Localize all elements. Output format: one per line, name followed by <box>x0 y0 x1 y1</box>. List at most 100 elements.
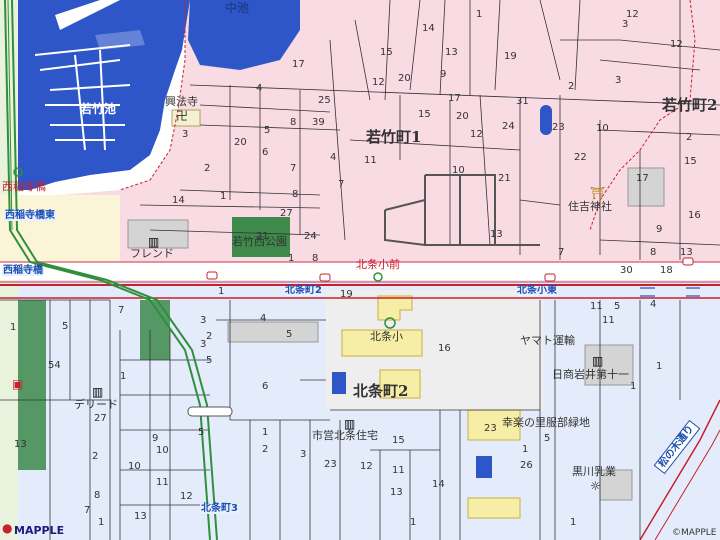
block-number: 21 <box>498 173 511 184</box>
stop-hojo2: 北条町2 <box>284 285 323 296</box>
block-number: 13 <box>390 487 403 498</box>
facility-yamato: ヤマト運輸 <box>520 334 575 347</box>
block-number: 2 <box>206 331 213 342</box>
stop-hojo-sho-mae: 北条小前 <box>356 258 400 271</box>
block-number: 17 <box>448 93 461 104</box>
block-number: 1 <box>10 322 17 333</box>
block-number: 2 <box>92 451 99 462</box>
block-number: 5 <box>206 355 213 366</box>
post-office-icon: ▣ <box>12 377 24 391</box>
block-number: 5 <box>614 301 621 312</box>
stop-hojo3: 北条町3 <box>200 503 239 514</box>
block-number: 25 <box>318 95 331 106</box>
block-number: 5 <box>264 125 271 136</box>
apartment-icon: ▥ <box>592 354 604 368</box>
stop-nishi-kirishashi-east: 西稲寺橋東 <box>4 210 56 221</box>
facility-hojo-elem: 北条小 <box>370 330 403 343</box>
block-number: 15 <box>418 109 431 120</box>
block-number: 15 <box>380 47 393 58</box>
block-number: 1 <box>120 371 127 382</box>
block-number: 4 <box>256 83 263 94</box>
block-number: 31 <box>516 96 529 107</box>
block-number: 11 <box>602 315 615 326</box>
water-label-wakatake-pond: 若竹池 <box>80 102 117 116</box>
block-number: 7 <box>290 163 297 174</box>
block-number: 1 <box>570 517 577 528</box>
block-number: 10 <box>156 445 169 456</box>
block-number: 12 <box>372 77 385 88</box>
block-number: 21 <box>256 231 269 242</box>
block-number: 27 <box>94 413 107 424</box>
district-label-wakatake2: 若竹町2 <box>662 96 718 114</box>
stop-hojo-sho-east: 北条小東 <box>516 285 558 296</box>
temple-icon: 卍 <box>176 109 189 123</box>
block-number: 3 <box>300 449 307 460</box>
block-number: 24 <box>502 121 515 132</box>
block-number: 13 <box>445 47 458 58</box>
block-number: 5 <box>62 321 69 332</box>
block-number: 1 <box>288 253 295 264</box>
block-number: 11 <box>392 465 405 476</box>
block-number: 13 <box>134 511 147 522</box>
block-number: 8 <box>290 117 297 128</box>
block-number: 17 <box>636 173 649 184</box>
block-number: 14 <box>172 195 185 206</box>
block-number: 12 <box>360 461 373 472</box>
block-number: 22 <box>574 152 587 163</box>
block-number: 8 <box>650 247 657 258</box>
block-number: 9 <box>440 69 447 80</box>
block-number: 7 <box>558 247 565 258</box>
facility-kohoji: 興法寺 <box>165 95 198 108</box>
block-number: 13 <box>680 247 693 258</box>
block-number: 4 <box>650 299 657 310</box>
stop-nishi-kirishashi-2: 西稲寺橋 <box>2 265 44 276</box>
block-number: 16 <box>688 210 701 221</box>
apple-icon: ● <box>2 521 13 535</box>
block-number: 1 <box>410 517 417 528</box>
block-number: 12 <box>470 129 483 140</box>
block-number: 12 <box>180 491 193 502</box>
block-number: 12 <box>670 39 683 50</box>
block-number: 6 <box>262 381 269 392</box>
map-canvas[interactable]: 若竹町1 若竹町2 北条町2 若竹池 中池 興法寺 卍 若竹西公園 フレンド ▥… <box>0 0 720 540</box>
facility-nissho-iwai: 日商岩井第十一 <box>552 368 629 381</box>
facility-kouraku: 幸楽の里服部緑地 <box>502 416 590 429</box>
block-number: 1 <box>98 517 105 528</box>
block-number: 6 <box>262 147 269 158</box>
block-number: 4 <box>260 313 267 324</box>
block-number: 27 <box>280 208 293 219</box>
block-number: 9 <box>152 433 159 444</box>
block-number: 18 <box>660 265 673 276</box>
block-number: 13 <box>14 439 27 450</box>
block-number: 1 <box>656 361 663 372</box>
block-number: 15 <box>392 435 405 446</box>
block-number: 19 <box>340 289 353 300</box>
block-number: 1 <box>476 9 483 20</box>
facility-sumiyoshi-shrine: 住吉神社 <box>568 200 612 213</box>
block-number: 7 <box>118 305 125 316</box>
block-number: 5 <box>544 433 551 444</box>
block-number: 26 <box>520 460 533 471</box>
block-number: 54 <box>48 360 61 371</box>
copyright: ©MAPPLE <box>672 528 717 538</box>
block-number: 14 <box>432 479 445 490</box>
facility-deport: デリード <box>74 398 118 411</box>
block-number: 20 <box>234 137 247 148</box>
shrine-icon: ⛩ <box>590 186 606 200</box>
block-number: 1 <box>218 286 225 297</box>
block-number: 3 <box>200 315 207 326</box>
facility-shiei-hojo: 市営北条住宅 <box>312 429 378 442</box>
block-number: 12 <box>626 9 639 20</box>
block-number: 13 <box>490 229 503 240</box>
factory-icon: ☼ <box>590 479 601 493</box>
facility-friend: フレンド <box>130 247 174 260</box>
block-number: 23 <box>484 423 497 434</box>
block-number: 20 <box>456 111 469 122</box>
block-number: 1 <box>220 191 227 202</box>
block-number: 15 <box>684 156 697 167</box>
block-number: 5 <box>286 329 293 340</box>
block-number: 24 <box>304 231 317 242</box>
block-number: 2 <box>262 444 269 455</box>
apartment-icon: ▥ <box>148 235 160 249</box>
block-number: 8 <box>312 253 319 264</box>
